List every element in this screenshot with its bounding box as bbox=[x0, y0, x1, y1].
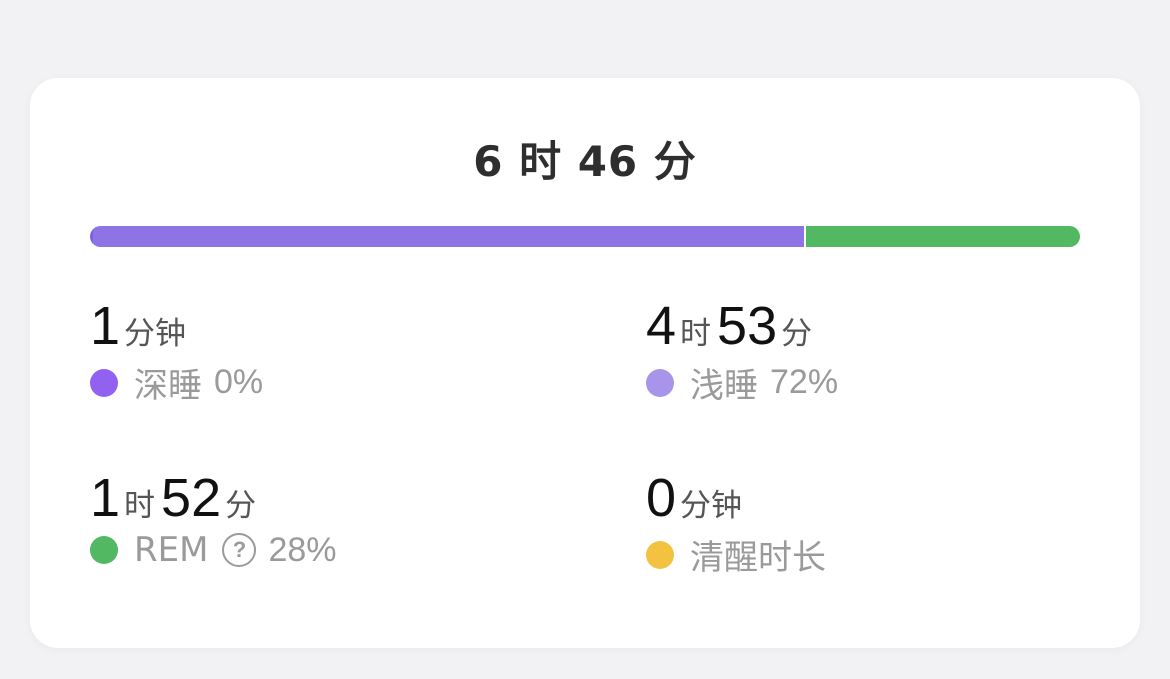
help-icon[interactable]: ? bbox=[222, 533, 257, 567]
deep-sleep-label: 深睡 bbox=[134, 366, 202, 406]
rem-hours-unit: 时 bbox=[124, 488, 156, 524]
awake-dot bbox=[646, 540, 674, 569]
light-hours: 4 bbox=[646, 296, 677, 356]
deep-sleep-dot bbox=[90, 368, 118, 397]
awake-label: 清醒时长 bbox=[690, 538, 826, 578]
light-sleep-segment bbox=[92, 226, 805, 247]
stat-awake: 0 分钟 清醒时长 bbox=[646, 468, 1126, 579]
awake-minutes: 0 bbox=[646, 468, 677, 528]
rem-hours: 1 bbox=[90, 468, 121, 528]
rem-sleep-label: REM bbox=[134, 530, 209, 570]
deep-minutes-unit: 分钟 bbox=[124, 316, 187, 352]
rem-minutes-unit: 分 bbox=[225, 488, 257, 524]
light-sleep-percent: 72% bbox=[770, 363, 839, 401]
light-minutes-unit: 分 bbox=[781, 316, 813, 352]
deep-sleep-percent: 0% bbox=[214, 363, 264, 401]
sleep-stage-bar bbox=[90, 226, 1080, 247]
stat-deep-sleep: 1 分钟 深睡 0% bbox=[90, 296, 570, 407]
rem-sleep-dot bbox=[90, 536, 118, 564]
light-minutes: 53 bbox=[717, 296, 778, 356]
deep-sleep-duration: 1 分钟 bbox=[90, 296, 570, 356]
total-minutes: 46 bbox=[577, 137, 639, 186]
deep-minutes: 1 bbox=[90, 296, 121, 356]
rem-sleep-duration: 1 时 52 分 bbox=[90, 468, 570, 528]
total-sleep-duration: 6 时 46 分 bbox=[30, 128, 1140, 189]
awake-duration: 0 分钟 bbox=[646, 468, 1126, 528]
rem-sleep-percent: 28% bbox=[268, 530, 337, 569]
light-sleep-dot bbox=[646, 368, 674, 397]
total-hours: 6 bbox=[473, 137, 504, 186]
light-hours-unit: 时 bbox=[680, 316, 712, 352]
stat-rem-sleep: 1 时 52 分 REM ? 28% bbox=[90, 468, 570, 570]
stat-light-sleep: 4 时 53 分 浅睡 72% bbox=[646, 296, 1126, 407]
total-hours-unit: 时 bbox=[519, 137, 563, 186]
sleep-summary-card: 6 时 46 分 1 分钟 深睡 0% 4 时 53 分 浅睡 72% 1 时 … bbox=[30, 78, 1140, 648]
light-sleep-duration: 4 时 53 分 bbox=[646, 296, 1126, 356]
rem-sleep-segment bbox=[806, 226, 1080, 247]
light-sleep-label: 浅睡 bbox=[690, 366, 758, 406]
awake-minutes-unit: 分钟 bbox=[680, 488, 743, 524]
rem-minutes: 52 bbox=[161, 468, 222, 528]
total-minutes-unit: 分 bbox=[653, 137, 697, 186]
